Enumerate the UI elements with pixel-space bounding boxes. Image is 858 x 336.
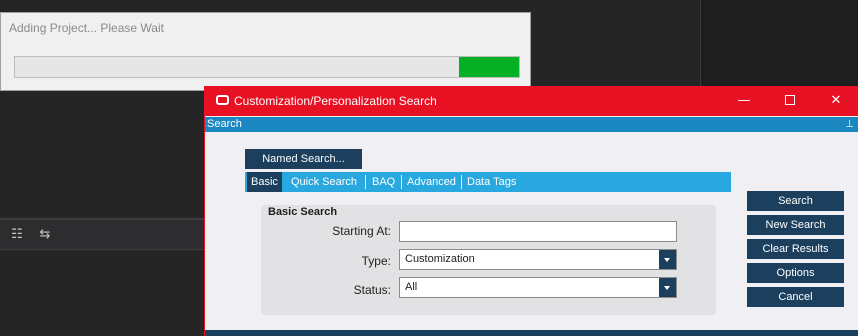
search-button[interactable]: Search [747, 191, 844, 211]
type-label: Type: [361, 254, 391, 268]
minimize-icon[interactable]: — [721, 86, 767, 116]
type-select-value: Customization [405, 253, 475, 265]
title-bar[interactable]: Customization/Personalization Search — ✕ [205, 86, 858, 116]
group-title: Basic Search [268, 206, 338, 218]
progress-bar [14, 56, 520, 78]
ide-toolbar: ☷ ⇆ [0, 220, 204, 250]
results-bar [205, 330, 858, 336]
status-label: Status: [353, 283, 391, 297]
options-button[interactable]: Options [747, 263, 844, 283]
window-title: Customization/Personalization Search [234, 94, 437, 108]
tab-strip: Basic Quick Search BAQ Advanced Data Tag… [245, 172, 731, 192]
status-select[interactable]: All [399, 277, 677, 298]
maximize-icon[interactable] [767, 86, 813, 116]
chevron-down-icon[interactable] [659, 250, 676, 269]
pin-icon[interactable]: ⊥ [845, 117, 854, 132]
type-select[interactable]: Customization [399, 249, 677, 270]
list-indent-icon[interactable]: ☷ [9, 227, 25, 243]
basic-search-group: Basic Search Starting At: Type: Customiz… [261, 205, 716, 315]
clear-results-button[interactable]: Clear Results [747, 239, 844, 259]
cancel-button[interactable]: Cancel [747, 287, 844, 307]
progress-dialog: Adding Project... Please Wait [0, 12, 531, 91]
starting-at-label: Starting At: [332, 224, 391, 238]
named-search-button[interactable]: Named Search... [245, 149, 362, 169]
starting-at-input[interactable] [399, 221, 677, 242]
status-select-value: All [405, 281, 418, 293]
progress-title: Adding Project... Please Wait [9, 21, 164, 35]
tab-basic[interactable]: Basic [247, 172, 282, 192]
ide-output-area [0, 251, 204, 336]
panel-header: Search ⊥ [205, 117, 858, 132]
tab-baq[interactable]: BAQ [368, 172, 399, 192]
swap-rows-icon[interactable]: ⇆ [37, 227, 53, 243]
close-icon[interactable]: ✕ [813, 86, 858, 116]
progress-fill [458, 57, 519, 77]
search-window: Customization/Personalization Search — ✕… [204, 86, 858, 336]
new-search-button[interactable]: New Search [747, 215, 844, 235]
tab-quick-search[interactable]: Quick Search [287, 172, 361, 192]
panel-header-label: Search [207, 118, 242, 130]
chevron-down-icon[interactable] [659, 278, 676, 297]
tab-advanced[interactable]: Advanced [403, 172, 460, 192]
tab-data-tags[interactable]: Data Tags [463, 172, 520, 192]
search-content: Named Search... Basic Quick Search BAQ A… [205, 132, 858, 336]
ide-side-panel [700, 0, 858, 90]
app-icon [216, 95, 229, 105]
